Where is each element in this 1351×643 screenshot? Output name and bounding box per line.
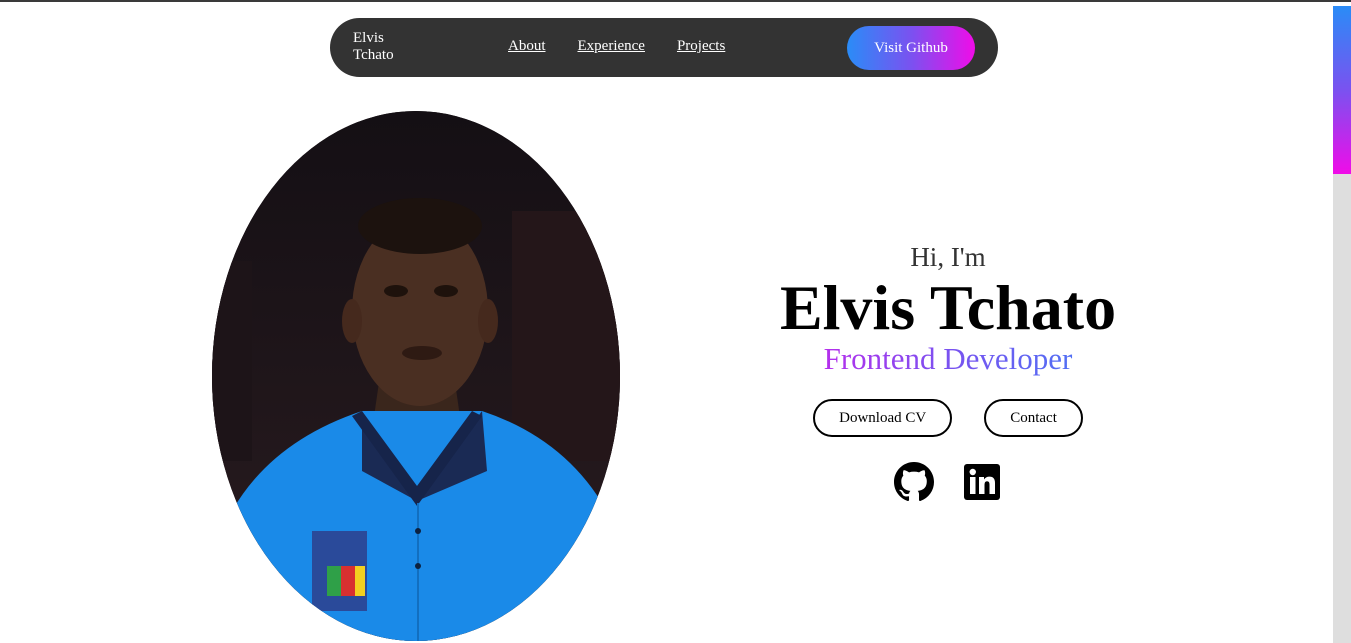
scrollbar-thumb[interactable]	[1333, 6, 1351, 174]
window-top-border	[0, 0, 1351, 2]
scrollbar[interactable]	[1333, 6, 1351, 643]
profile-photo-illustration	[212, 111, 620, 641]
visit-github-button[interactable]: Visit Github	[847, 26, 975, 70]
brand-logo[interactable]: Elvis Tchato	[353, 30, 413, 64]
github-icon[interactable]	[894, 462, 934, 502]
greeting-text: Hi, I'm	[910, 242, 986, 272]
nav-link-projects[interactable]: Projects	[677, 38, 725, 55]
download-cv-button[interactable]: Download CV	[813, 399, 953, 437]
nav-link-about[interactable]: About	[508, 38, 546, 55]
navbar: Elvis Tchato About Experience Projects V…	[330, 18, 998, 77]
contact-button[interactable]: Contact	[984, 399, 1083, 437]
linkedin-icon[interactable]	[962, 462, 1002, 502]
nav-links: About Experience Projects	[508, 38, 757, 55]
hero-role: Frontend Developer	[698, 340, 1198, 378]
nav-link-experience[interactable]: Experience	[578, 38, 645, 55]
hero-buttons: Download CV Contact	[698, 399, 1198, 437]
hero-section: Hi, I'm Elvis Tchato Frontend Developer …	[698, 240, 1198, 502]
hero-name: Elvis Tchato	[779, 272, 1117, 343]
profile-photo	[212, 111, 620, 641]
social-links	[698, 462, 1198, 502]
